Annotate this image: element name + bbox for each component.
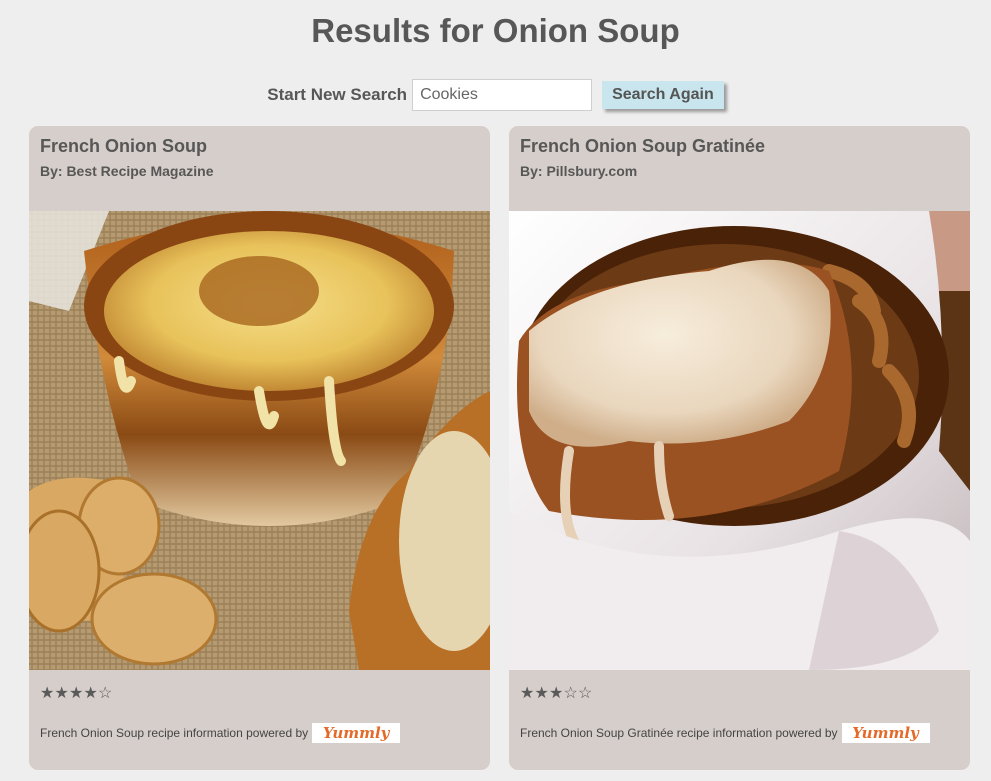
star-filled-icon: ★ — [549, 685, 564, 702]
star-empty-icon: ☆ — [563, 685, 578, 702]
star-filled-icon: ★ — [54, 685, 69, 702]
yummly-logo[interactable]: Yummly — [312, 723, 401, 743]
star-filled-icon: ★ — [83, 685, 98, 702]
search-bar: Start New Search Search Again — [0, 79, 991, 111]
attribution-text: French Onion Soup recipe information pow… — [40, 726, 309, 740]
recipe-card[interactable]: French Onion Soup By: Best Recipe Magazi… — [29, 126, 490, 770]
yummly-logo[interactable]: Yummly — [841, 723, 930, 743]
star-empty-icon: ☆ — [578, 685, 593, 702]
recipe-author: By: Pillsbury.com — [520, 163, 638, 179]
star-filled-icon: ★ — [40, 685, 55, 702]
star-rating: ★★★☆☆ — [520, 683, 593, 703]
recipe-image[interactable] — [29, 211, 490, 670]
recipe-title[interactable]: French Onion Soup Gratinée — [520, 136, 765, 157]
attribution-text: French Onion Soup Gratinée recipe inform… — [520, 726, 838, 740]
attribution: French Onion Soup Gratinée recipe inform… — [520, 723, 930, 743]
page-title: Results for Onion Soup — [311, 12, 680, 49]
search-again-button[interactable]: Search Again — [602, 81, 724, 109]
star-filled-icon: ★ — [534, 685, 549, 702]
star-filled-icon: ★ — [520, 685, 535, 702]
recipe-author: By: Best Recipe Magazine — [40, 163, 214, 179]
recipe-title[interactable]: French Onion Soup — [40, 136, 207, 157]
star-empty-icon: ☆ — [98, 685, 113, 702]
search-input[interactable] — [412, 79, 593, 111]
star-filled-icon: ★ — [69, 685, 84, 702]
recipe-image[interactable] — [509, 211, 970, 670]
recipe-card[interactable]: French Onion Soup Gratinée By: Pillsbury… — [509, 126, 970, 770]
star-rating: ★★★★☆ — [40, 683, 113, 703]
search-label: Start New Search — [267, 85, 408, 104]
attribution: French Onion Soup recipe information pow… — [40, 723, 401, 743]
